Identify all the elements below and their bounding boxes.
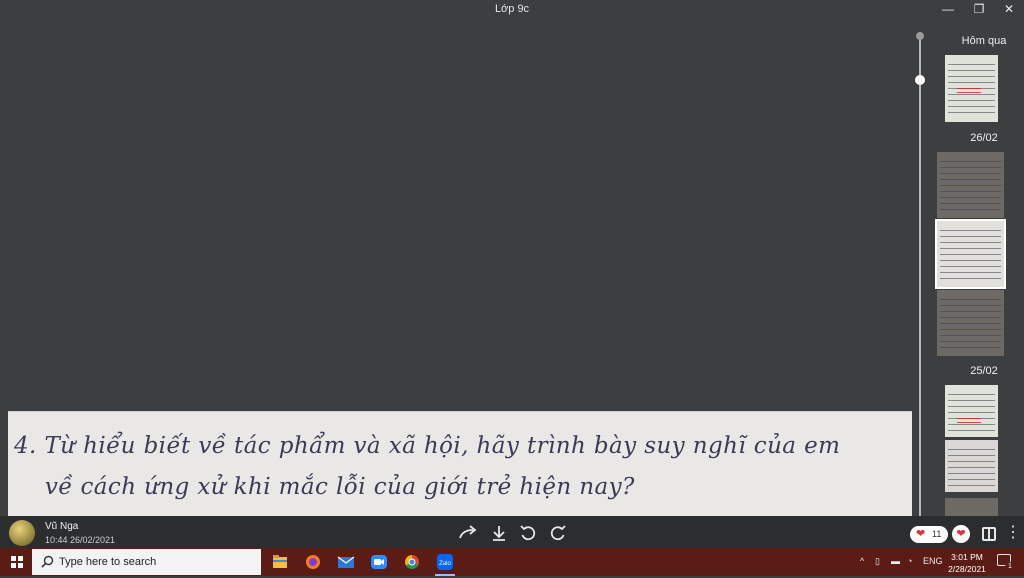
timeline-scrollbar[interactable] <box>919 36 921 518</box>
heart-icon[interactable]: ❤ <box>952 525 970 543</box>
viewer-toolbar: Vũ Nga 10:44 26/02/2021 ❤ 11 ❤ ⋮ <box>0 516 1024 548</box>
reaction-count: 11 <box>932 529 942 539</box>
start-button[interactable] <box>0 548 32 576</box>
scroll-top-dot[interactable] <box>916 32 924 40</box>
network-icon[interactable]: ▬ <box>891 556 900 566</box>
more-icon[interactable]: ⋮ <box>1005 524 1021 544</box>
thumbnail-selected[interactable] <box>935 219 1006 289</box>
clock-time: 3:01 PM <box>951 552 983 562</box>
thumbnail[interactable] <box>945 440 998 492</box>
minimize-button[interactable]: — <box>933 0 963 20</box>
thumbnail[interactable] <box>937 290 1004 356</box>
firefox-icon[interactable] <box>299 551 327 573</box>
thumbnail-sidebar: Hôm qua 26/02 25/02 <box>915 20 1024 518</box>
chrome-icon[interactable] <box>398 551 426 573</box>
title-bar: Lớp 9c — ❐ ✕ <box>0 0 1024 20</box>
chevron-up-icon[interactable]: ^ <box>860 556 864 566</box>
language-indicator[interactable]: ENG <box>923 556 943 566</box>
clock-date: 2/28/2021 <box>948 564 986 574</box>
date-label-26-02: 26/02 <box>970 132 998 144</box>
rotate-right-icon[interactable] <box>548 524 568 542</box>
date-label-hom-qua: Hôm qua <box>961 35 1007 47</box>
share-forward-icon[interactable] <box>458 524 478 542</box>
thumbnail[interactable] <box>945 55 998 122</box>
thumbnail[interactable] <box>945 498 998 516</box>
download-icon[interactable] <box>489 524 509 542</box>
layout-icon[interactable] <box>982 527 996 541</box>
windows-logo-icon <box>11 556 23 568</box>
maximize-button[interactable]: ❐ <box>964 0 994 20</box>
thumbnail[interactable] <box>945 385 998 437</box>
photo-area: 4. Từ hiểu biết về tác phẩm và xã hội, h… <box>0 20 916 516</box>
notification-count: 1 <box>1005 562 1015 572</box>
sent-time: 10:44 26/02/2021 <box>45 535 116 545</box>
thumbnail[interactable] <box>937 152 1004 218</box>
photo[interactable]: 4. Từ hiểu biết về tác phẩm và xã hội, h… <box>8 411 912 516</box>
photo-handwriting: 4. Từ hiểu biết về tác phẩm và xã hội, h… <box>14 433 841 500</box>
sender-name: Vũ Nga <box>45 521 79 532</box>
date-label-25-02: 25/02 <box>970 365 998 377</box>
taskbar-clock[interactable]: 3:01 PM 2/28/2021 <box>946 551 988 575</box>
file-explorer-icon[interactable] <box>266 551 294 573</box>
search-placeholder: Type here to search <box>59 556 157 568</box>
zoom-icon[interactable] <box>365 551 393 573</box>
rotate-left-icon[interactable] <box>518 524 538 542</box>
avatar[interactable] <box>9 520 35 546</box>
battery-icon[interactable]: ▯ <box>875 556 880 567</box>
scroll-thumb[interactable] <box>915 75 925 85</box>
window-title: Lớp 9c <box>494 3 530 15</box>
svg-text:Zalo: Zalo <box>439 561 451 567</box>
mail-icon[interactable] <box>332 551 360 573</box>
close-button[interactable]: ✕ <box>994 0 1024 20</box>
windows-taskbar: Type here to search Zalo ^ ▯ ▬ ◔ ENG 3:0… <box>0 548 1024 576</box>
taskbar-search[interactable]: Type here to search <box>32 549 261 575</box>
heart-icon: ❤ <box>916 528 926 540</box>
zalo-icon[interactable]: Zalo <box>431 551 459 576</box>
wifi-icon[interactable]: ◔ <box>907 556 912 566</box>
search-icon <box>41 555 54 568</box>
reaction-count-badge[interactable]: ❤ 11 <box>910 526 948 543</box>
image-viewer: Lớp 9c — ❐ ✕ 4. Từ hiểu biết về tác phẩm… <box>0 0 1024 548</box>
